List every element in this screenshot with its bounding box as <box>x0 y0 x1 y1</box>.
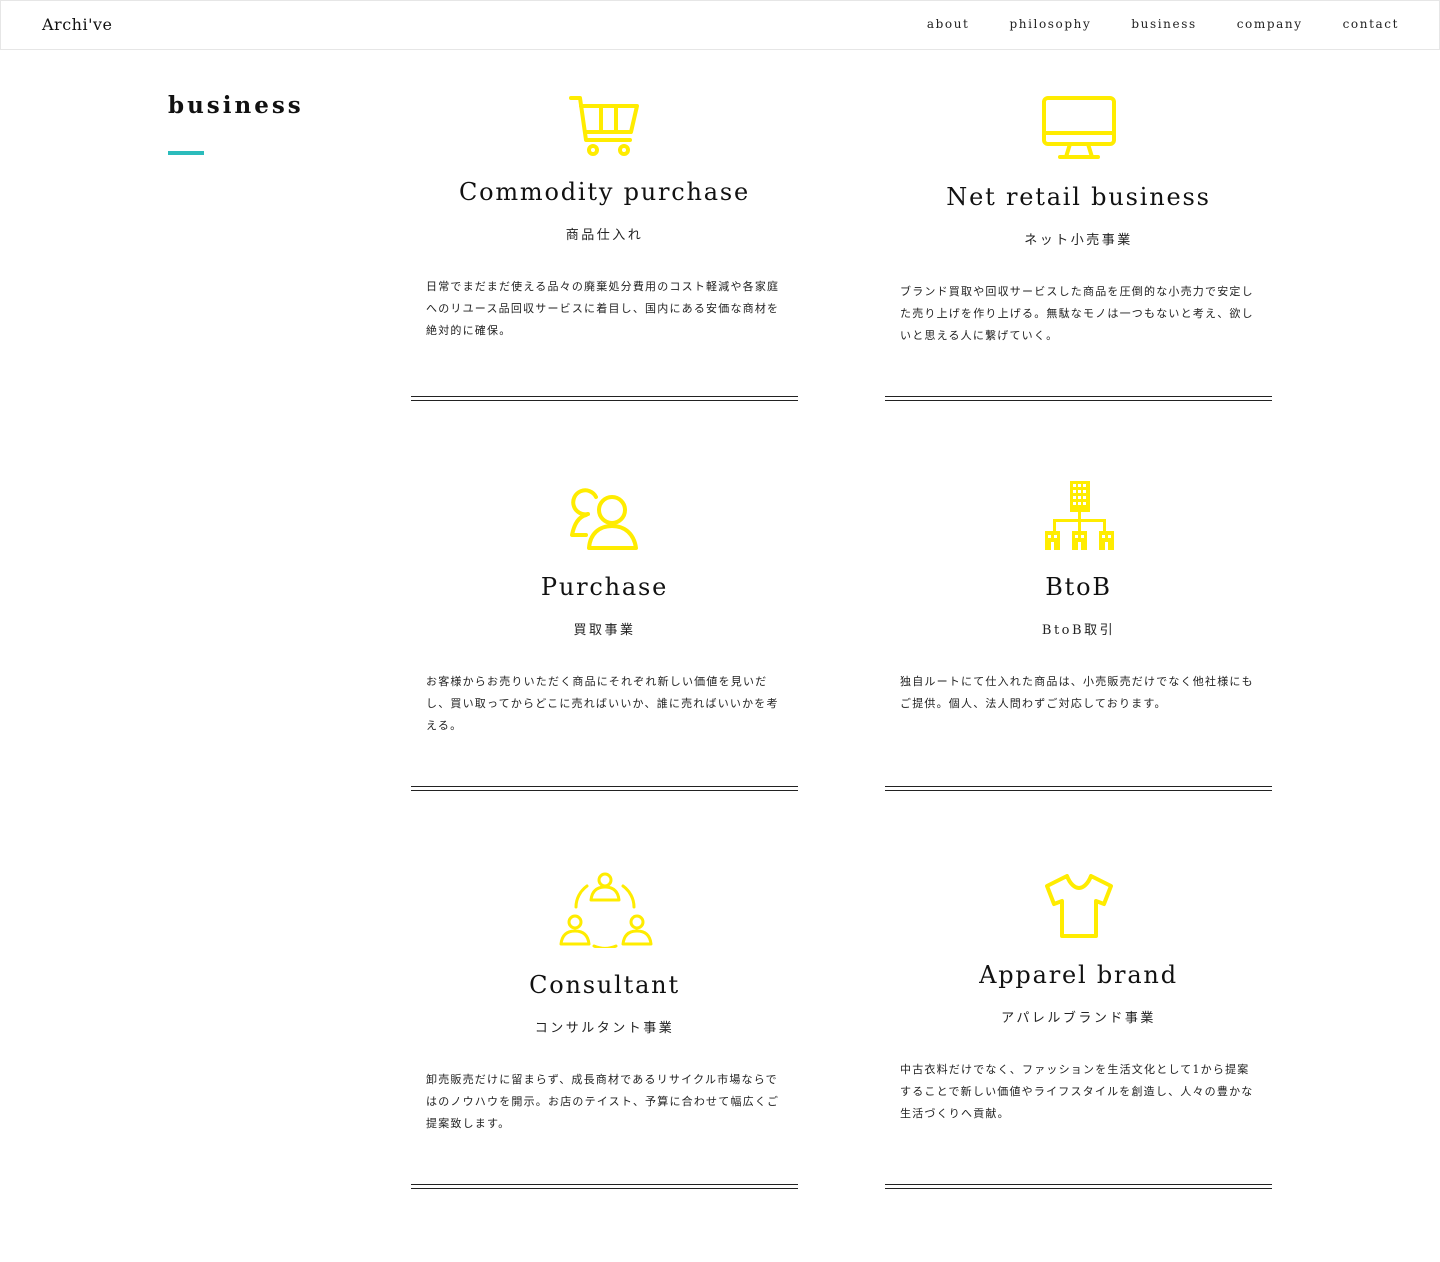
shopping-cart-icon <box>568 96 641 160</box>
card-description: お客様からお売りいただく商品にそれぞれ新しい価値を見いだし、買い取ってからどこに… <box>426 675 779 732</box>
card-title: Purchase <box>540 573 669 601</box>
nav-business[interactable]: business <box>1131 17 1196 31</box>
card-title: BtoB <box>1045 573 1112 601</box>
card-description: 中古衣料だけでなく、ファッションを生活文化として1から提案することで新しい価値や… <box>900 1063 1254 1120</box>
users-icon <box>569 482 640 554</box>
monitor-icon <box>1041 96 1116 164</box>
nav-company[interactable]: company <box>1237 17 1303 31</box>
card-subtitle: 買取事業 <box>573 623 636 638</box>
nav-philosophy[interactable]: philosophy <box>1009 17 1091 31</box>
card-subtitle: アパレルブランド事業 <box>1001 1011 1156 1026</box>
card-divider <box>411 396 798 401</box>
card-subtitle: BtoB取引 <box>1041 623 1116 638</box>
tshirt-icon <box>1043 874 1115 942</box>
card-divider <box>885 786 1272 791</box>
card-divider <box>411 786 798 791</box>
site-header: Archi've about philosophy business compa… <box>0 0 1440 50</box>
card-subtitle: コンサルタント事業 <box>534 1021 675 1036</box>
card-title: Net retail business <box>946 183 1211 211</box>
section-title: business <box>168 92 304 119</box>
card-description: ブランド買取や回収サービスした商品を圧倒的な小売力で安定した売り上げを作り上げる… <box>900 285 1254 342</box>
card-title: Apparel brand <box>979 961 1178 989</box>
card-subtitle: ネット小売事業 <box>1024 233 1133 248</box>
card-description: 卸売販売だけに留まらず、成長商材であるリサイクル市場ならではのノウハウを開示。お… <box>426 1073 780 1130</box>
card-divider <box>411 1184 798 1189</box>
buildings-network-icon <box>1044 481 1114 555</box>
people-cycle-icon <box>557 872 653 952</box>
card-title: Consultant <box>529 971 680 999</box>
card-divider <box>885 1184 1272 1189</box>
site-logo[interactable]: Archi've <box>42 15 113 34</box>
card-divider <box>885 396 1272 401</box>
main-nav: about philosophy business company contac… <box>927 17 1399 31</box>
nav-contact[interactable]: contact <box>1343 17 1399 31</box>
nav-about[interactable]: about <box>927 17 970 31</box>
section-title-underline <box>168 151 204 155</box>
card-description: 独自ルートにて仕入れた商品は、小売販売だけでなく他社様にもご提供。個人、法人問わ… <box>900 675 1254 710</box>
card-description: 日常でまだまだ使える品々の廃棄処分費用のコスト軽減や各家庭へのリユース品回収サー… <box>426 280 780 337</box>
card-subtitle: 商品仕入れ <box>565 228 644 243</box>
card-title: Commodity purchase <box>458 178 751 206</box>
